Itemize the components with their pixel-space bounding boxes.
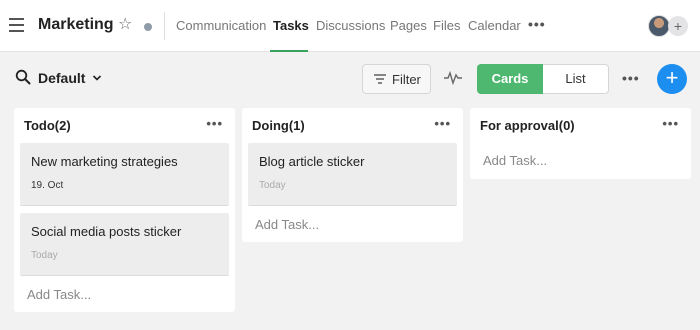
nav-more-icon[interactable]: ••• (528, 16, 546, 32)
status-dot-icon (144, 23, 152, 31)
workspace-title: Marketing (38, 16, 114, 33)
task-date: Today (259, 180, 286, 191)
filter-label: Filter (392, 72, 421, 87)
add-member-icon[interactable]: + (668, 16, 688, 36)
cards-view-button[interactable]: Cards (477, 64, 543, 94)
star-icon[interactable]: ☆ (118, 15, 132, 35)
task-card[interactable]: New marketing strategies 19. Oct (20, 143, 229, 206)
filter-button[interactable]: Filter (362, 64, 431, 94)
task-card[interactable]: Social media posts sticker Today (20, 213, 229, 276)
tab-tasks[interactable]: Tasks (273, 18, 309, 33)
search-icon[interactable] (15, 69, 31, 85)
column-todo: Todo(2) ••• New marketing strategies 19.… (14, 108, 235, 312)
column-title: Doing(1) (252, 118, 305, 133)
add-task-link[interactable]: Add Task... (255, 217, 319, 232)
filter-icon (374, 74, 386, 84)
column-more-icon[interactable]: ••• (434, 116, 451, 131)
divider (164, 12, 165, 40)
tab-discussions[interactable]: Discussions (316, 18, 385, 33)
add-task-link[interactable]: Add Task... (483, 153, 547, 168)
activity-icon[interactable] (444, 71, 462, 85)
task-card[interactable]: Blog article sticker Today (248, 143, 457, 206)
column-for-approval: For approval(0) ••• Add Task... (470, 108, 691, 179)
header-bar: Marketing ☆ Communication Tasks Discussi… (0, 0, 700, 52)
column-title: Todo(2) (24, 118, 71, 133)
task-title: Social media posts sticker (31, 224, 182, 239)
column-title: For approval(0) (480, 118, 575, 133)
add-task-button[interactable]: + (657, 64, 687, 94)
toolbar-more-icon[interactable]: ••• (622, 70, 640, 86)
task-title: New marketing strategies (31, 154, 178, 169)
column-more-icon[interactable]: ••• (662, 116, 679, 131)
view-selector[interactable]: Default (38, 70, 85, 86)
task-date: 19. Oct (31, 180, 64, 191)
task-title: Blog article sticker (259, 154, 365, 169)
column-doing: Doing(1) ••• Blog article sticker Today … (242, 108, 463, 242)
tab-communication[interactable]: Communication (176, 18, 266, 33)
list-view-button[interactable]: List (543, 64, 609, 94)
column-more-icon[interactable]: ••• (206, 116, 223, 131)
chevron-down-icon[interactable] (92, 73, 102, 83)
avatar[interactable] (648, 15, 670, 37)
active-tab-indicator (270, 50, 308, 52)
add-task-link[interactable]: Add Task... (27, 287, 91, 302)
task-date: Today (31, 250, 58, 261)
tab-calendar[interactable]: Calendar (468, 18, 521, 33)
tab-pages[interactable]: Pages (390, 18, 427, 33)
hamburger-menu-icon[interactable] (9, 18, 24, 32)
tab-files[interactable]: Files (433, 18, 460, 33)
